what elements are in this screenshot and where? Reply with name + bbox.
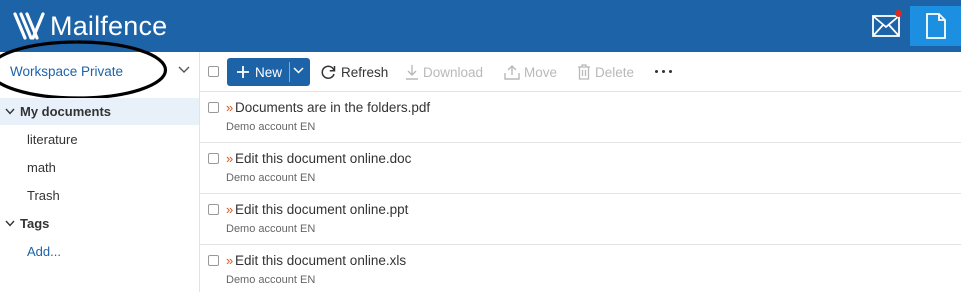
notification-dot [895,10,902,17]
move-button[interactable]: Move [504,64,557,80]
file-name[interactable]: Edit this document online.ppt [235,202,408,217]
new-button[interactable]: New [227,58,310,86]
file-checkbox[interactable] [208,204,219,215]
download-label: Download [423,64,484,80]
file-checkbox[interactable] [208,153,219,164]
chevron-down-icon[interactable] [5,220,17,227]
file-name[interactable]: Edit this document online.doc [235,151,411,166]
sidebar-section-label: My documents [20,104,112,119]
file-row[interactable]: » Edit this document online.ppt Demo acc… [200,194,961,245]
sidebar-item-trash[interactable]: Trash [27,188,60,203]
file-marker: » [226,151,234,166]
highlight-circle-annotation [0,40,168,100]
more-horizontal-icon[interactable] [655,70,676,73]
download-button[interactable]: Download [405,64,483,80]
plus-icon [236,65,250,79]
refresh-icon [321,65,336,79]
file-name[interactable]: Edit this document online.xls [235,253,406,268]
file-list: » Documents are in the folders.pdf Demo … [200,92,961,292]
chevron-down-icon[interactable] [178,66,190,74]
file-marker: » [226,202,234,217]
add-tag-link[interactable]: Add... [27,244,61,259]
refresh-button[interactable]: Refresh [320,64,388,80]
file-owner: Demo account EN [226,121,316,133]
file-owner: Demo account EN [226,274,316,286]
documents-button[interactable] [910,6,961,46]
refresh-label: Refresh [341,64,389,80]
file-owner: Demo account EN [226,223,316,235]
file-owner: Demo account EN [226,172,316,184]
delete-label: Delete [595,64,635,80]
workspace-selector[interactable]: Workspace Private [0,40,200,100]
sidebar-item-my-documents[interactable]: My documents [0,98,199,125]
new-button-label: New [255,64,283,80]
file-checkbox[interactable] [208,102,219,113]
file-row[interactable]: » Edit this document online.doc Demo acc… [200,143,961,194]
sidebar-section-label: Tags [20,216,50,231]
select-all-checkbox[interactable] [208,66,219,77]
toolbar: New Refresh Download Move Delete [200,52,961,92]
move-icon [504,65,520,80]
delete-button[interactable]: Delete [577,64,634,80]
envelope-icon [872,15,900,37]
button-divider [289,62,290,82]
move-label: Move [524,64,558,80]
mailfence-logo-icon [13,12,45,40]
document-icon [925,13,946,39]
brand-name: Mailfence [50,10,168,41]
sidebar: Workspace Private My documents literatur… [0,40,200,292]
file-row[interactable]: » Edit this document online.xls Demo acc… [200,245,961,292]
sidebar-item-math[interactable]: math [27,160,56,175]
file-marker: » [226,100,234,115]
download-icon [406,65,418,80]
file-name[interactable]: Documents are in the folders.pdf [235,100,430,115]
sidebar-item-tags[interactable]: Tags [0,210,199,237]
chevron-down-icon[interactable] [293,67,304,74]
file-marker: » [226,253,234,268]
file-checkbox[interactable] [208,255,219,266]
trash-icon [578,64,590,80]
file-row[interactable]: » Documents are in the folders.pdf Demo … [200,92,961,143]
sidebar-item-literature[interactable]: literature [27,132,78,147]
chevron-down-icon[interactable] [5,108,17,115]
